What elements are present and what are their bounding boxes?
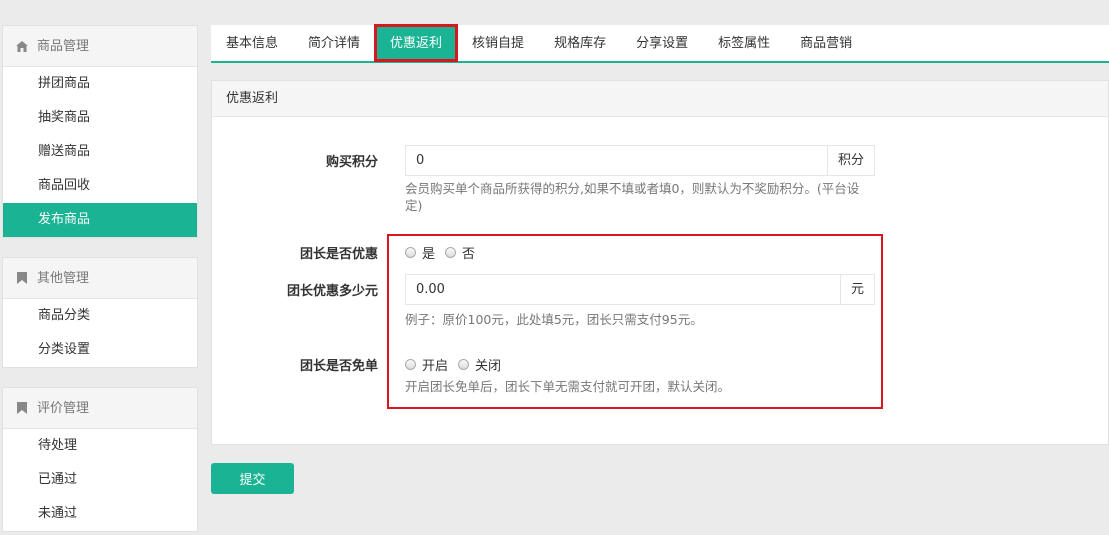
- sidebar: 商品管理 拼团商品 抽奖商品 赠送商品 商品回收 发布商品 其他管理 商品分类 …: [2, 25, 198, 535]
- sidebar-section-title: 评价管理: [37, 400, 90, 416]
- page-root: 商品管理 拼团商品 抽奖商品 赠送商品 商品回收 发布商品 其他管理 商品分类 …: [0, 0, 1109, 535]
- sidebar-item-gift-goods[interactable]: 赠送商品: [3, 135, 197, 169]
- sidebar-section-reviews: 评价管理 待处理 已通过 未通过: [2, 387, 198, 532]
- sidebar-section-header[interactable]: 其他管理: [3, 258, 197, 299]
- leader-amount-label: 团长优惠多少元: [286, 284, 378, 299]
- bookmark-icon: [15, 271, 29, 285]
- radio-button[interactable]: [405, 359, 416, 370]
- sidebar-section-title: 商品管理: [37, 38, 90, 54]
- leader-amount-input-group: 元: [405, 274, 875, 305]
- sidebar-item-lottery-goods[interactable]: 抽奖商品: [3, 101, 197, 135]
- tab-share-settings[interactable]: 分享设置: [621, 25, 703, 61]
- leader-discount-no[interactable]: 否: [445, 243, 475, 262]
- points-label: 购买积分: [325, 155, 378, 170]
- leader-discount-radio-group: 是 否: [405, 243, 485, 262]
- sidebar-item-category[interactable]: 商品分类: [3, 299, 197, 333]
- tab-bar: 基本信息 简介详情 优惠返利 核销自提 规格库存 分享设置 标签属性 商品营销: [211, 24, 1109, 63]
- radio-label: 否: [462, 247, 476, 262]
- home-icon: [15, 39, 29, 53]
- sidebar-item-group-goods[interactable]: 拼团商品: [3, 67, 197, 101]
- tab-spec-stock[interactable]: 规格库存: [539, 25, 621, 61]
- leader-discount-label: 团长是否优惠: [299, 247, 378, 262]
- leader-free-radio-group: 开启 关闭: [405, 355, 511, 374]
- radio-label: 是: [422, 247, 436, 262]
- sidebar-item-recycle-goods[interactable]: 商品回收: [3, 169, 197, 203]
- sidebar-section-title: 其他管理: [37, 270, 90, 286]
- leader-discount-yes[interactable]: 是: [405, 243, 435, 262]
- tab-basic-info[interactable]: 基本信息: [211, 25, 293, 61]
- radio-button[interactable]: [445, 247, 457, 258]
- radio-label: 开启: [422, 359, 449, 374]
- sidebar-section-goods: 商品管理 拼团商品 抽奖商品 赠送商品 商品回收 发布商品: [2, 25, 198, 238]
- tab-discount-rebate[interactable]: 优惠返利: [374, 24, 459, 62]
- sidebar-item-publish-goods[interactable]: 发布商品: [3, 203, 197, 237]
- radio-button[interactable]: [405, 247, 416, 258]
- tab-tag-attributes[interactable]: 标签属性: [703, 25, 785, 61]
- submit-button[interactable]: 提交: [211, 463, 294, 494]
- sidebar-item-pending[interactable]: 待处理: [3, 429, 197, 463]
- sidebar-section-header[interactable]: 评价管理: [3, 388, 197, 429]
- panel-title: 优惠返利: [212, 81, 1108, 117]
- points-input[interactable]: [406, 146, 827, 175]
- radio-button[interactable]: [458, 359, 470, 370]
- leader-amount-unit: 元: [839, 275, 874, 304]
- radio-label: 关闭: [475, 359, 502, 374]
- sidebar-section-header[interactable]: 商品管理: [3, 26, 197, 67]
- sidebar-item-category-settings[interactable]: 分类设置: [3, 333, 197, 367]
- tab-marketing[interactable]: 商品营销: [785, 25, 867, 61]
- tab-description[interactable]: 简介详情: [293, 25, 375, 61]
- points-unit: 积分: [826, 146, 874, 175]
- leader-free-help-text: 开启团长免单后，团长下单无需支付就可开团，默认关闭。: [405, 379, 731, 394]
- sidebar-section-other: 其他管理 商品分类 分类设置: [2, 257, 198, 368]
- points-help-text: 会员购买单个商品所获得的积分,如果不填或者填0，则默认为不奖励积分。(平台设定): [405, 181, 860, 213]
- leader-amount-help-text: 例子：原价100元，此处填5元，团长只需支付95元。: [405, 312, 703, 327]
- sidebar-item-rejected[interactable]: 未通过: [3, 497, 197, 531]
- points-input-group: 积分: [405, 145, 875, 176]
- leader-free-label: 团长是否免单: [299, 359, 378, 374]
- leader-free-off[interactable]: 关闭: [458, 355, 501, 374]
- bookmark-icon: [15, 401, 29, 415]
- leader-free-on[interactable]: 开启: [405, 355, 448, 374]
- leader-amount-input[interactable]: [406, 275, 840, 304]
- tab-pickup[interactable]: 核销自提: [457, 25, 539, 61]
- sidebar-item-approved[interactable]: 已通过: [3, 463, 197, 497]
